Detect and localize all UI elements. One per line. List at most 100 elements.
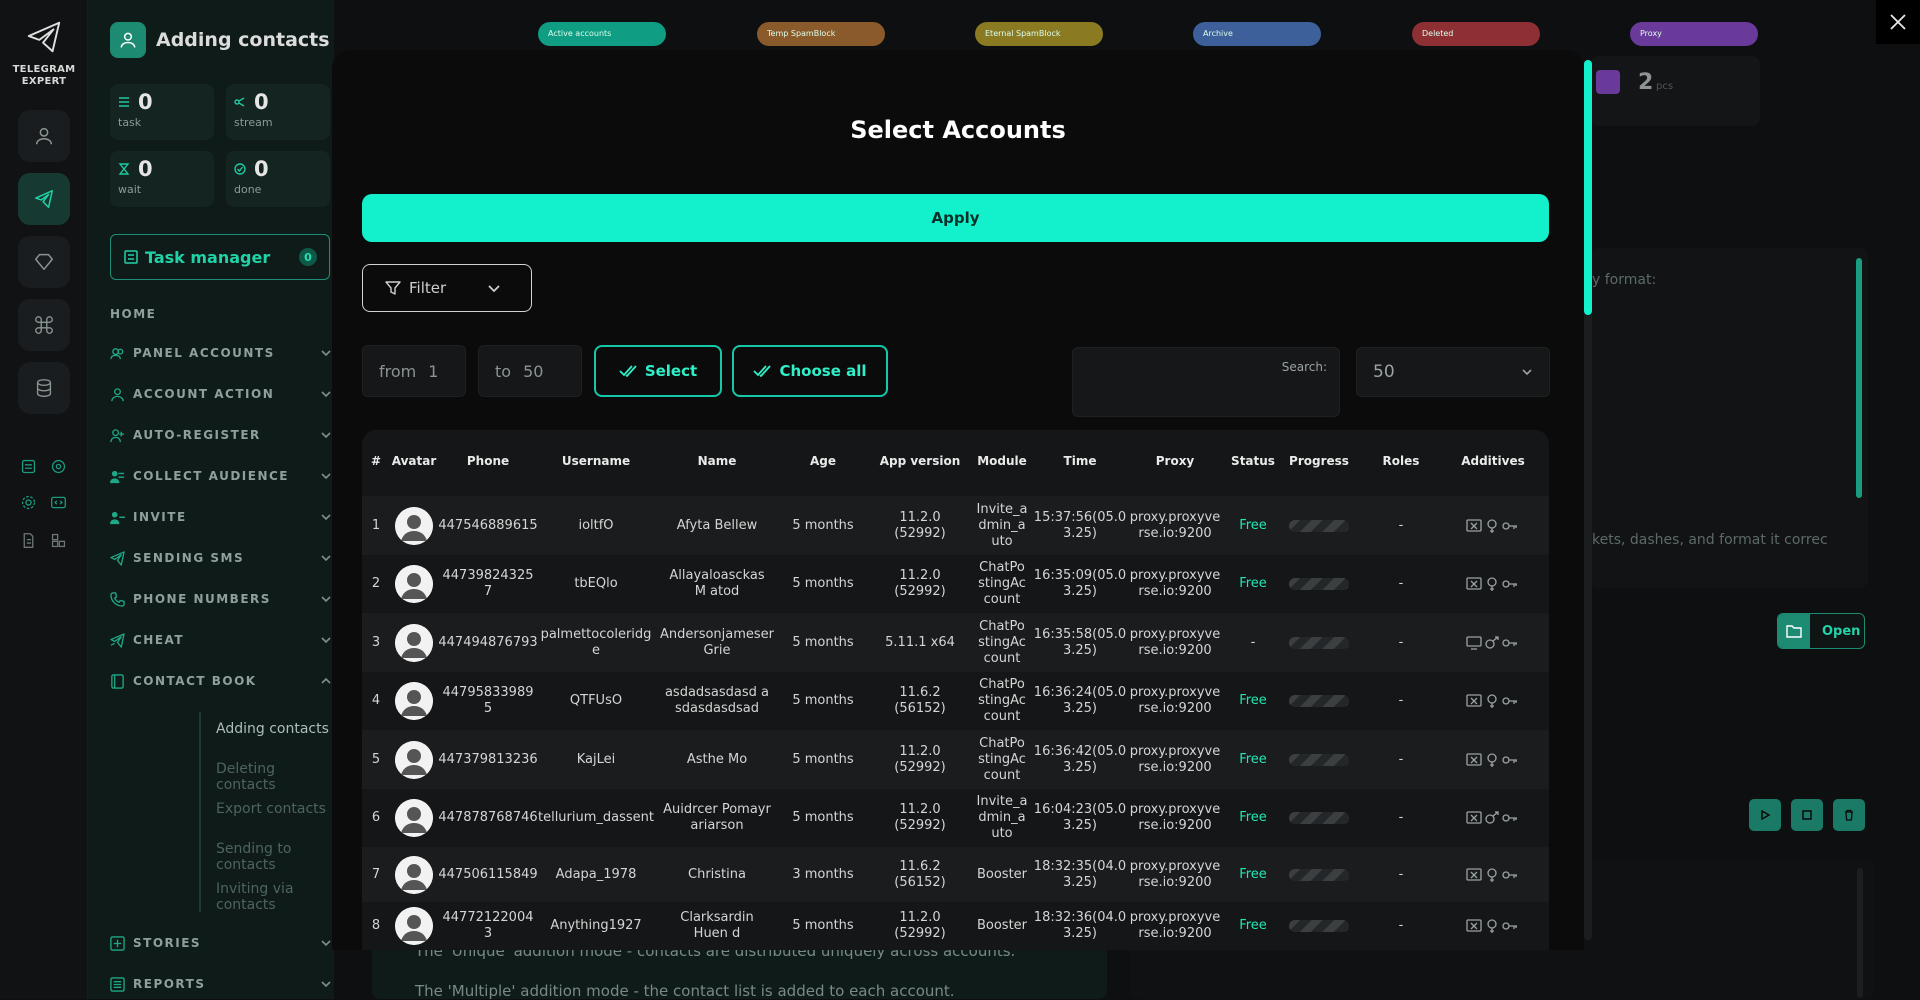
nav-phone-numbers[interactable]: PHONE NUMBERS xyxy=(110,588,332,610)
play-button[interactable] xyxy=(1749,799,1781,831)
cell-n: 3 xyxy=(371,634,381,650)
additives-icons[interactable] xyxy=(1466,919,1518,933)
nav-home[interactable]: HOME xyxy=(110,307,156,321)
pill-proxy[interactable]: Proxy xyxy=(1630,22,1758,46)
table-row[interactable]: 8 44772122004 3 Anything1927 Clarksardin Hu… xyxy=(362,902,1549,950)
nav-cheat[interactable]: CHEAT xyxy=(110,629,332,651)
column-header[interactable]: Time xyxy=(1038,454,1122,468)
rail-user-button[interactable] xyxy=(18,110,70,162)
table-row[interactable]: 2 44739824325 7 tbEQlo Allayaloasckas M ato… xyxy=(362,555,1549,613)
stop-button[interactable] xyxy=(1791,799,1823,831)
subnav-inviting-via-contacts[interactable]: Inviting via contacts xyxy=(216,881,334,913)
cell-module: ChatPo stingAc count xyxy=(978,677,1026,724)
avatar xyxy=(395,740,433,779)
additives-icons[interactable] xyxy=(1466,694,1518,708)
pill-active-accounts[interactable]: Active accounts xyxy=(538,22,666,46)
cell-age: 5 months xyxy=(792,634,854,650)
subnav-adding-contacts[interactable]: Adding contacts xyxy=(216,721,329,737)
telegram-logo-icon xyxy=(27,21,61,53)
subnav-deleting-contacts[interactable]: Deleting contacts xyxy=(216,761,334,793)
table-row[interactable]: 6 447878768746 tellurium_dassent Auidrcer P… xyxy=(362,789,1549,847)
additives-icons[interactable] xyxy=(1466,577,1518,591)
rail-doc-mini[interactable] xyxy=(18,530,38,550)
pill-deleted[interactable]: Deleted xyxy=(1412,22,1540,46)
pill-eternal-spamblock[interactable]: Eternal SpamBlock xyxy=(975,22,1103,46)
rail-command-button[interactable] xyxy=(18,299,70,351)
choose-all-button[interactable]: Choose all xyxy=(732,345,888,397)
column-header[interactable]: Proxy xyxy=(1130,454,1220,468)
nav-collect-audience[interactable]: COLLECT AUDIENCE xyxy=(110,465,332,487)
column-header[interactable]: # xyxy=(364,454,388,468)
open-button[interactable]: Open xyxy=(1777,613,1865,649)
cell-n: 2 xyxy=(371,576,381,591)
close-icon xyxy=(1890,14,1906,30)
stat-done: 0 done xyxy=(226,151,330,207)
additives-icons[interactable] xyxy=(1466,518,1518,533)
rail-list-mini[interactable] xyxy=(18,456,38,476)
device-x-icon xyxy=(1466,694,1482,707)
modal-scrollbar-thumb[interactable] xyxy=(1584,60,1592,315)
cell-time: 15:37:56(05.0 3.25) xyxy=(1033,509,1127,541)
command-icon xyxy=(35,316,53,334)
cell-n: 7 xyxy=(371,866,381,882)
cell-app: 11.6.2 (56152) xyxy=(894,858,946,890)
nav-account-action[interactable]: ACCOUNT ACTION xyxy=(110,383,332,405)
nav-sending-sms[interactable]: SENDING SMS xyxy=(110,547,332,569)
additives-icons[interactable] xyxy=(1466,752,1518,767)
nav-contact-book[interactable]: CONTACT BOOK xyxy=(110,670,332,692)
nav-stories[interactable]: STORIES xyxy=(110,932,332,954)
rail-telegram-button[interactable] xyxy=(18,173,70,225)
rail-diamond-button[interactable] xyxy=(18,236,70,288)
pill-temp-spamblock[interactable]: Temp SpamBlock xyxy=(757,22,885,46)
table-row[interactable]: 5 447379813236 KajLei Asthe Mo 5 months 11.2.… xyxy=(362,730,1549,789)
rail-settings-mini[interactable] xyxy=(18,492,38,512)
delete-button[interactable] xyxy=(1833,799,1865,831)
subnav-export-contacts[interactable]: Export contacts xyxy=(216,801,326,817)
format-scrollbar[interactable] xyxy=(1856,258,1862,498)
task-manager-button[interactable]: Task manager 0 xyxy=(110,234,330,280)
table-row[interactable]: 4 44795833989 5 QTFUsO asdadsasdasd a sdasd… xyxy=(362,672,1549,730)
search-input[interactable]: Search: xyxy=(1072,347,1340,417)
additives-icons[interactable] xyxy=(1466,635,1518,650)
table-row[interactable]: 1 447546889615 ioltfO Afyta Bellew 5 months 1… xyxy=(362,496,1549,555)
task-icon xyxy=(119,97,129,107)
column-header[interactable]: Additives xyxy=(1448,454,1538,468)
column-header[interactable]: App version xyxy=(877,454,963,468)
nav-panel-accounts[interactable]: PANEL ACCOUNTS xyxy=(110,342,332,364)
filter-dropdown[interactable]: Filter xyxy=(362,264,532,312)
avatar xyxy=(395,506,433,545)
close-button[interactable] xyxy=(1876,0,1920,44)
to-input[interactable]: to 50 xyxy=(478,345,582,397)
nav-reports[interactable]: REPORTS xyxy=(110,973,332,995)
additives-icons[interactable] xyxy=(1466,811,1518,825)
column-header[interactable]: Phone xyxy=(445,454,531,468)
column-header[interactable]: Age xyxy=(788,454,858,468)
table-row[interactable]: 7 447506115849 Adapa_1978 Christina 3 months… xyxy=(362,847,1549,902)
subnav-sending-to-contacts[interactable]: Sending to contacts xyxy=(216,841,334,873)
modal-scrollbar[interactable] xyxy=(1584,60,1592,940)
rail-code-mini[interactable] xyxy=(48,492,68,512)
column-header[interactable]: Roles xyxy=(1376,454,1426,468)
logo-text-1: TELEGRAM xyxy=(12,64,76,75)
document-icon xyxy=(23,532,33,548)
column-header[interactable]: Name xyxy=(663,454,771,468)
nav-invite[interactable]: INVITE xyxy=(110,506,332,528)
column-header[interactable]: Module xyxy=(974,454,1030,468)
open-label: Open xyxy=(1822,623,1861,639)
per-page-select[interactable]: 50 xyxy=(1356,347,1550,397)
rail-target-mini[interactable] xyxy=(48,456,68,476)
pill-archive[interactable]: Archive xyxy=(1193,22,1321,46)
select-button[interactable]: Select xyxy=(594,345,722,397)
table-row[interactable]: 3 447494876793 palmettocoleridg e Andersonj… xyxy=(362,613,1549,672)
column-header[interactable]: Avatar xyxy=(389,454,439,468)
additives-icons[interactable] xyxy=(1466,867,1518,882)
column-header[interactable]: Progress xyxy=(1283,454,1355,468)
apply-button[interactable]: Apply xyxy=(362,194,1549,242)
rail-grid-mini[interactable] xyxy=(48,530,68,550)
column-header[interactable]: Status xyxy=(1229,454,1277,468)
from-input[interactable]: from 1 xyxy=(362,345,466,397)
column-header[interactable]: Username xyxy=(545,454,647,468)
log-scrollbar[interactable] xyxy=(1857,868,1863,998)
rail-database-button[interactable] xyxy=(18,362,70,414)
nav-auto-register[interactable]: AUTO-REGISTER xyxy=(110,424,332,446)
